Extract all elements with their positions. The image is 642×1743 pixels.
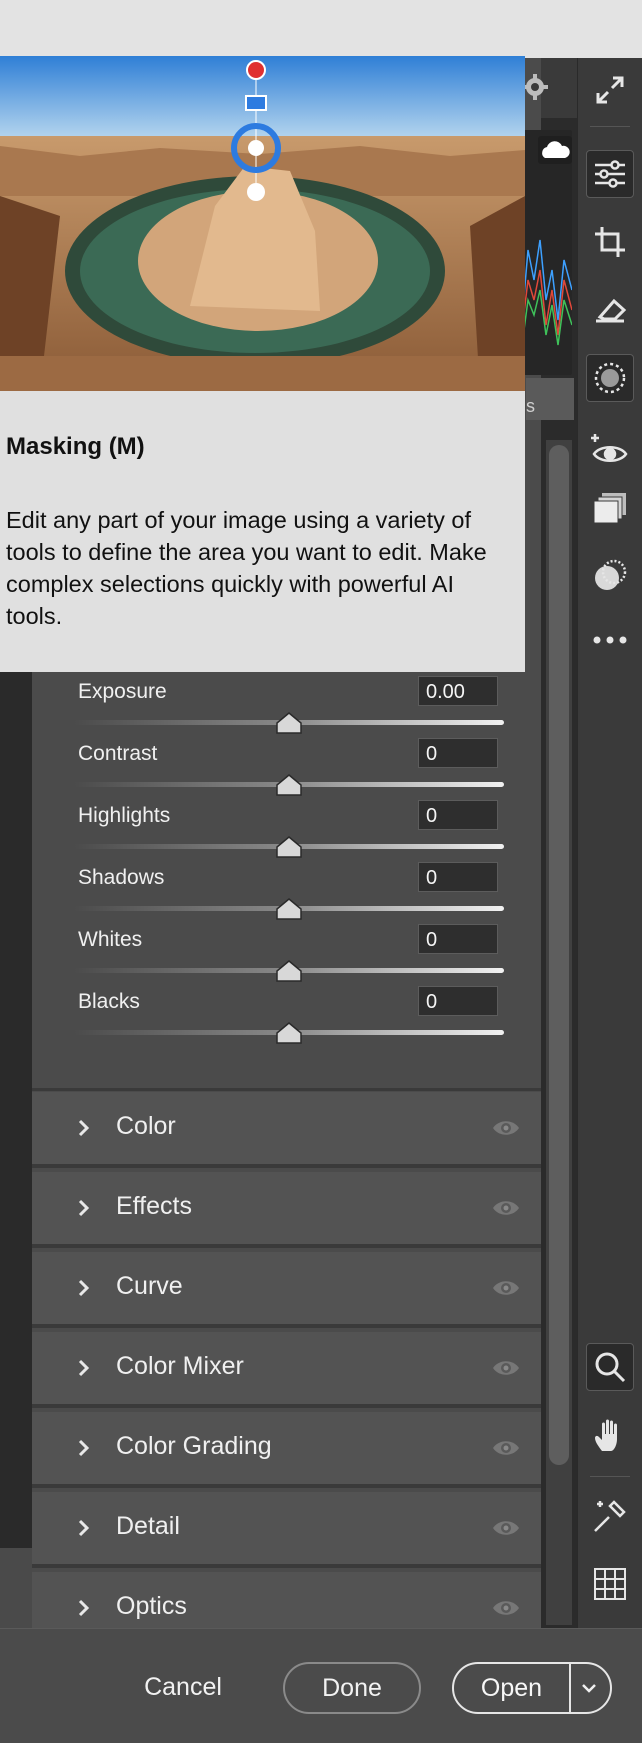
slider-thumb[interactable] [276, 960, 302, 982]
crop-icon[interactable] [586, 218, 634, 266]
slider-thumb[interactable] [276, 1022, 302, 1044]
chevron-right-icon[interactable] [74, 1354, 94, 1382]
section-label: Color Grading [116, 1432, 272, 1460]
eye-icon[interactable] [490, 1594, 522, 1622]
slider-value-field[interactable]: 0 [418, 986, 498, 1016]
expand-icon[interactable] [586, 66, 634, 114]
hand-icon[interactable] [586, 1411, 634, 1459]
section-effects[interactable]: Effects [32, 1172, 541, 1248]
grid-icon[interactable] [586, 1560, 634, 1608]
slider-label: Highlights [78, 804, 171, 827]
chevron-right-icon[interactable] [74, 1514, 94, 1542]
slider-thumb[interactable] [276, 836, 302, 858]
more-icon[interactable] [586, 616, 634, 664]
tooltip-body: Edit any part of your image using a vari… [6, 507, 487, 629]
masking-tooltip: Masking (M) Edit any part of your image … [0, 56, 525, 672]
chevron-right-icon[interactable] [74, 1114, 94, 1142]
eye-icon[interactable] [490, 1354, 522, 1382]
red-eye-icon[interactable] [586, 424, 634, 472]
chevron-right-icon[interactable] [74, 1274, 94, 1302]
slider-value-field[interactable]: 0 [418, 800, 498, 830]
slider-blacks: Blacks 0 [60, 986, 510, 1050]
presets-icon[interactable] [586, 484, 634, 532]
zoom-icon[interactable] [586, 1343, 634, 1391]
slider-value-field[interactable]: 0 [418, 738, 498, 768]
open-button[interactable]: Open [454, 1664, 569, 1712]
cloud-sync-icon[interactable] [538, 136, 572, 164]
histogram-tab[interactable]: s [526, 378, 574, 420]
slider-highlights: Highlights 0 [60, 800, 510, 864]
slider-label: Contrast [78, 742, 158, 765]
window-titlebar [0, 0, 642, 58]
slider-thumb[interactable] [276, 898, 302, 920]
open-button-divider [569, 1664, 571, 1712]
slider-value-field[interactable]: 0 [418, 924, 498, 954]
versions-icon[interactable] [586, 552, 634, 600]
eye-icon[interactable] [490, 1434, 522, 1462]
section-detail[interactable]: Detail [32, 1492, 541, 1568]
cancel-button[interactable]: Cancel [128, 1662, 238, 1712]
chevron-right-icon[interactable] [74, 1594, 94, 1622]
section-label: Color [116, 1112, 176, 1140]
slider-thumb[interactable] [276, 774, 302, 796]
section-label: Curve [116, 1272, 183, 1300]
scrollbar-thumb[interactable] [549, 445, 569, 1465]
tooltip-preview-image [0, 56, 525, 391]
chevron-down-icon[interactable] [574, 1674, 604, 1702]
section-label: Detail [116, 1512, 180, 1540]
section-color[interactable]: Color [32, 1092, 541, 1168]
slider-shadows: Shadows 0 [60, 862, 510, 926]
eye-icon[interactable] [490, 1514, 522, 1542]
slider-thumb[interactable] [276, 712, 302, 734]
done-button[interactable]: Done [283, 1662, 421, 1714]
slider-label: Exposure [78, 680, 167, 703]
slider-label: Whites [78, 928, 143, 951]
divider [32, 1088, 541, 1091]
histogram-tab-label: s [526, 396, 535, 416]
chevron-right-icon[interactable] [74, 1434, 94, 1462]
slider-label: Shadows [78, 866, 165, 889]
eraser-icon[interactable] [586, 286, 634, 334]
edit-sliders-icon[interactable] [586, 150, 634, 198]
slider-value-field[interactable]: 0 [418, 862, 498, 892]
section-label: Optics [116, 1592, 187, 1620]
slider-contrast: Contrast 0 [60, 738, 510, 802]
eye-icon[interactable] [490, 1274, 522, 1302]
section-label: Effects [116, 1192, 192, 1220]
chevron-right-icon[interactable] [74, 1194, 94, 1222]
section-color-grading[interactable]: Color Grading [32, 1412, 541, 1488]
rail-separator [590, 126, 630, 127]
eye-icon[interactable] [490, 1114, 522, 1142]
slider-exposure: Exposure 0.00 [60, 676, 510, 740]
open-button-group: Open [452, 1662, 612, 1714]
slider-value-field[interactable]: 0.00 [418, 676, 498, 706]
slider-whites: Whites 0 [60, 924, 510, 988]
eye-icon[interactable] [490, 1194, 522, 1222]
rail-separator [590, 1476, 630, 1477]
section-color-mixer[interactable]: Color Mixer [32, 1332, 541, 1408]
section-label: Color Mixer [116, 1352, 244, 1380]
tooltip-title: Masking (M) [6, 433, 145, 460]
sampler-icon[interactable] [586, 1492, 634, 1540]
masking-icon[interactable] [586, 354, 634, 402]
slider-label: Blacks [78, 990, 140, 1013]
filmstrip-edge-lower [0, 1548, 32, 1628]
section-curve[interactable]: Curve [32, 1252, 541, 1328]
